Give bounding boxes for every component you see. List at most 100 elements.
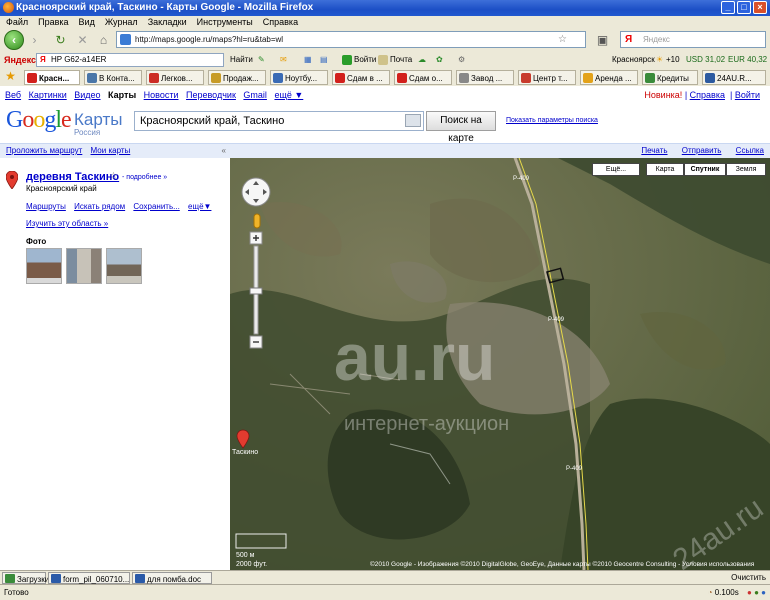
action-save[interactable]: Сохранить... [133, 202, 179, 211]
help-link[interactable]: Справка [690, 90, 725, 100]
action-more[interactable]: ещё▼ [188, 202, 211, 211]
zoom-slider-handle[interactable] [249, 287, 263, 295]
keyboard-icon[interactable] [405, 114, 421, 127]
stop-icon[interactable]: ✕ [76, 34, 89, 47]
menu-file[interactable]: Файл [6, 16, 28, 29]
tab-5[interactable]: Сдам в ... [332, 70, 390, 85]
map-type-map[interactable]: Карта [646, 163, 684, 176]
page-icon[interactable]: ▤ [320, 51, 328, 69]
download-item[interactable]: для помба.doc [132, 572, 212, 584]
tab-10[interactable]: Кредиты [642, 70, 698, 85]
map-type-satellite[interactable]: Спутник [684, 163, 726, 176]
action-directions[interactable]: Маршруты [26, 202, 66, 211]
window-controls: _ □ × [721, 1, 767, 14]
home-icon[interactable]: ⌂ [97, 34, 110, 47]
map-search-input[interactable]: Красноярский край, Таскино [134, 111, 424, 131]
chat-icon[interactable]: ✉ [280, 51, 287, 69]
satellite-imagery[interactable]: P-409 P-409 P-409 Таскино au.ru интернет… [230, 144, 770, 570]
photo-thumbnail[interactable] [66, 248, 102, 284]
new-badge[interactable]: Новинка! [644, 90, 682, 100]
nav-more[interactable]: ещё ▼ [274, 90, 303, 100]
maximize-button[interactable]: □ [737, 1, 751, 14]
road-label: P-409 [548, 317, 565, 323]
nav-web[interactable]: Веб [5, 90, 21, 100]
bookmark-star-icon[interactable]: ☆ [558, 32, 567, 47]
url-bar[interactable]: http://maps.google.ru/maps?hl=ru&tab=wl … [116, 31, 586, 48]
place-title-link[interactable]: деревня Таскино [26, 171, 119, 183]
addon-status-icon[interactable]: ● [754, 588, 759, 597]
settings-gear-icon[interactable]: ⚙ [458, 51, 465, 69]
bookmarks-toolbar-icon[interactable]: ★ [4, 70, 17, 83]
adblock-icon[interactable]: ● [747, 588, 752, 597]
menu-view[interactable]: Вид [79, 16, 95, 29]
city-label[interactable]: Красноярск [612, 51, 655, 69]
tab-6[interactable]: Сдам о... [394, 70, 452, 85]
print-link[interactable]: Печать [641, 146, 667, 155]
satellite-map[interactable]: P-409 P-409 P-409 Таскино au.ru интернет… [230, 144, 770, 570]
more-layers-button[interactable]: Ещё... [592, 163, 640, 176]
menu-bookmarks[interactable]: Закладки [148, 16, 187, 29]
show-search-options-link[interactable]: Показать параметры поиска [506, 117, 598, 124]
nav-translate[interactable]: Переводчик [186, 90, 236, 100]
addon-icon[interactable]: ▣ [596, 34, 609, 47]
minimize-button[interactable]: _ [721, 1, 735, 14]
left-panel-toolbar: Проложить маршрут Мои карты « [0, 144, 230, 158]
yandex-search-input[interactable]: Я HP G62-a14ER [36, 53, 224, 67]
nav-maps[interactable]: Карты [108, 90, 136, 100]
photo-thumbnail[interactable] [106, 248, 142, 284]
pegman-icon[interactable] [253, 213, 261, 229]
yandex-find-button[interactable]: Найти [230, 51, 253, 69]
explore-area-link[interactable]: Изучить эту область » [26, 219, 108, 228]
tab-9[interactable]: Аренда ... [580, 70, 638, 85]
tab-2[interactable]: Легков... [146, 70, 204, 85]
bookmark-icon[interactable]: ▦ [304, 51, 312, 69]
tab-8[interactable]: Центр т... [518, 70, 576, 85]
tab-11[interactable]: 24AU.R... [702, 70, 766, 85]
favorite-star-icon[interactable]: ☆ [109, 171, 118, 182]
nav-news[interactable]: Новости [144, 90, 179, 100]
sync-icon[interactable]: ● [761, 588, 766, 597]
status-bar: Готово ◔ 0.100s ● ● ● [0, 584, 770, 600]
menu-edit[interactable]: Правка [38, 16, 68, 29]
weather-icon[interactable]: ☁ [418, 51, 426, 69]
action-search-nearby[interactable]: Искать рядом [74, 202, 125, 211]
place-details-link[interactable]: - подробнее » [122, 174, 167, 181]
pen-icon[interactable]: ✎ [258, 51, 265, 69]
link-link[interactable]: Ссылка [736, 146, 764, 155]
back-button[interactable]: ‹ [4, 30, 24, 50]
map-search-button[interactable]: Поиск на карте [426, 111, 496, 144]
tab-1[interactable]: В Конта... [84, 70, 142, 85]
yandex-mail-button[interactable]: Почта [378, 51, 412, 69]
menu-history[interactable]: Журнал [105, 16, 138, 29]
place-marker-icon[interactable] [6, 171, 18, 189]
yandex-query: HP G62-a14ER [51, 55, 107, 64]
send-link[interactable]: Отправить [682, 146, 722, 155]
menu-help[interactable]: Справка [263, 16, 298, 29]
nav-images[interactable]: Картинки [29, 90, 67, 100]
map-type-earth[interactable]: Земля [726, 163, 766, 176]
close-button[interactable]: × [753, 1, 767, 14]
puzzle-icon[interactable]: ✿ [436, 51, 443, 69]
google-logo[interactable]: Google [6, 107, 72, 134]
yandex-signin-button[interactable]: Войти [342, 51, 376, 69]
my-maps-link[interactable]: Мои карты [91, 146, 131, 155]
signin-link[interactable]: Войти [735, 90, 760, 100]
tab-7[interactable]: Завод ... [456, 70, 514, 85]
clear-downloads-button[interactable]: Очистить [731, 571, 766, 584]
tab-4[interactable]: Ноутбу... [270, 70, 328, 85]
collapse-panel-icon[interactable]: « [222, 144, 226, 158]
tab-3[interactable]: Продаж... [208, 70, 266, 85]
directions-link[interactable]: Проложить маршрут [6, 146, 82, 155]
search-bar[interactable]: Я Яндекс [620, 31, 766, 48]
nav-video[interactable]: Видео [74, 90, 100, 100]
download-item[interactable]: form_pil_060710... [48, 572, 130, 584]
menu-tools[interactable]: Инструменты [197, 16, 253, 29]
forward-icon[interactable]: › [28, 34, 41, 47]
map-copyright[interactable]: ©2010 Google - Изображения ©2010 Digital… [370, 561, 754, 568]
downloads-button[interactable]: Загрузки [2, 572, 49, 584]
tab-0[interactable]: Красн... [24, 70, 80, 85]
tab-favicon [521, 73, 531, 83]
photo-thumbnail[interactable] [26, 248, 62, 284]
nav-gmail[interactable]: Gmail [243, 90, 267, 100]
reload-icon[interactable]: ↻ [54, 34, 67, 47]
